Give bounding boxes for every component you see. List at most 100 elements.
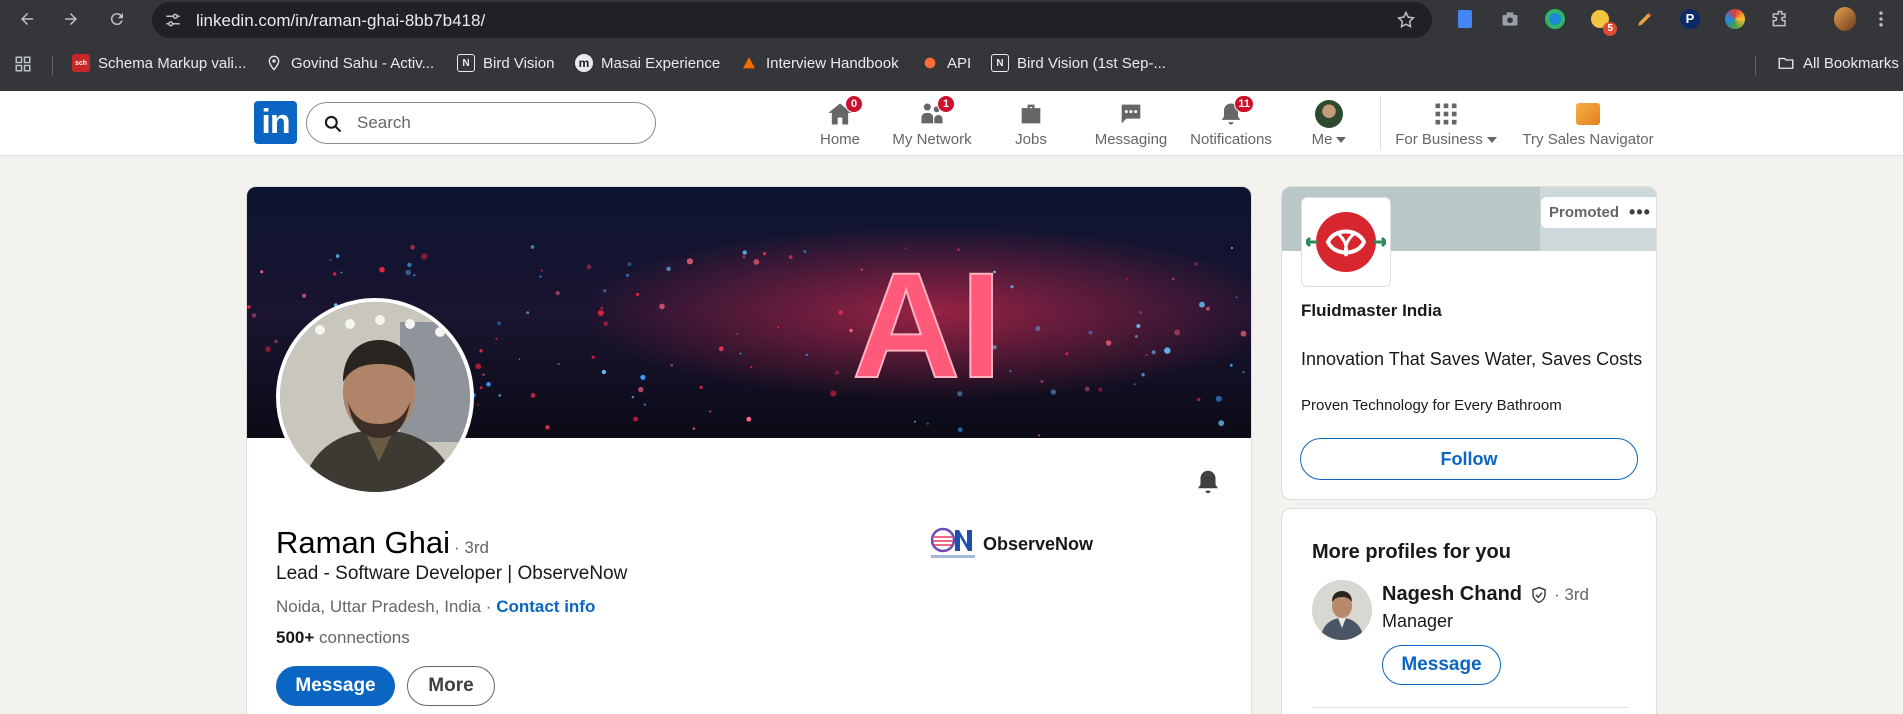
url-text[interactable]: linkedin.com/in/raman-ghai-8bb7b418/ — [196, 11, 485, 31]
banner-light — [1065, 352, 1069, 356]
profile-headline: Lead - Software Developer | ObserveNow — [276, 563, 628, 584]
pen-extension-icon[interactable] — [1634, 8, 1656, 30]
bookmark-masai[interactable]: m Masai Experience — [575, 54, 720, 72]
profile-avatar[interactable] — [276, 298, 474, 496]
notifications-badge: 11 — [1234, 95, 1254, 113]
banner-light — [260, 270, 264, 274]
extension-badge: 5 — [1603, 22, 1617, 36]
banner-light — [557, 362, 560, 365]
suggested-profile-name: Nagesh Chand — [1382, 583, 1523, 605]
bookmark-label: Bird Vision — [483, 54, 555, 72]
color-extension-icon[interactable] — [1724, 8, 1746, 30]
linkedin-logo[interactable]: in — [254, 101, 297, 144]
banner-light — [1135, 335, 1138, 338]
nav-home-label: Home — [819, 131, 860, 148]
handbook-icon — [740, 54, 758, 72]
forward-button[interactable] — [58, 6, 84, 32]
suggested-profile-avatar[interactable] — [1312, 580, 1372, 640]
banner-light — [1105, 340, 1112, 346]
nav-me-label: Me — [1311, 131, 1333, 148]
reload-button[interactable] — [104, 6, 130, 32]
bulb-extension-icon[interactable]: 5 — [1589, 8, 1617, 36]
apps-grid-icon[interactable] — [14, 55, 32, 73]
bookmarks-bar: sch Schema Markup vali... Govind Sahu - … — [0, 46, 1903, 82]
banner-light — [1141, 373, 1145, 377]
nav-messaging[interactable]: Messaging — [1086, 95, 1176, 151]
banner-light — [1040, 380, 1044, 383]
menu-kebab-icon[interactable] — [1870, 8, 1892, 30]
bookmark-bird-vision-sep[interactable]: N Bird Vision (1st Sep-... — [991, 54, 1166, 72]
nav-notifications[interactable]: 11 Notifications — [1188, 95, 1274, 151]
me-avatar — [1315, 100, 1343, 128]
banner-light — [633, 416, 639, 422]
nav-me[interactable]: Me — [1306, 95, 1352, 151]
banner-light — [477, 403, 480, 406]
nav-jobs[interactable]: Jobs — [1000, 95, 1062, 151]
grid-icon — [1435, 103, 1457, 125]
banner-light — [539, 275, 542, 278]
promoted-label[interactable]: Promoted ••• — [1541, 197, 1656, 228]
arrow-left-icon — [21, 13, 33, 25]
banner-light — [1194, 262, 1198, 266]
back-button[interactable] — [14, 6, 40, 32]
banner-light — [302, 293, 307, 298]
follow-button[interactable]: Follow — [1300, 438, 1638, 480]
connections-count: 500+ — [276, 628, 315, 647]
site-settings-icon[interactable] — [164, 11, 182, 29]
more-options-icon[interactable]: ••• — [1629, 202, 1651, 223]
search-box[interactable] — [306, 102, 656, 144]
location-icon — [265, 54, 283, 72]
banner-light — [1009, 369, 1012, 373]
profile-avatar-icon[interactable] — [1834, 7, 1856, 31]
fluidmaster-logo[interactable] — [1301, 197, 1391, 287]
bookmark-schema[interactable]: sch Schema Markup vali... — [72, 54, 246, 72]
sales-navigator-icon — [1576, 103, 1600, 125]
banner-light — [625, 273, 630, 277]
bookmark-bird-vision[interactable]: N Bird Vision — [457, 54, 554, 72]
banner-light — [1136, 324, 1141, 328]
profile-name-row: Raman Ghai · 3rd — [276, 525, 489, 561]
connections-row[interactable]: 500+ connections — [276, 628, 410, 648]
suggested-message-button[interactable]: Message — [1382, 645, 1501, 685]
banner-light — [957, 427, 963, 432]
all-bookmarks[interactable]: All Bookmarks — [1777, 54, 1899, 72]
banner-light — [1235, 296, 1238, 299]
notification-bell-icon[interactable] — [1193, 467, 1223, 497]
banner-light — [666, 266, 671, 271]
nav-my-network[interactable]: 1 My Network — [888, 95, 976, 151]
bookmark-api[interactable]: API — [921, 54, 971, 72]
puzzle-extensions-icon[interactable] — [1769, 8, 1791, 30]
bookmark-govind[interactable]: Govind Sahu - Activ... — [265, 54, 434, 72]
banner-light — [1088, 330, 1093, 335]
current-company[interactable]: ObserveNow — [931, 527, 1093, 561]
nav-home[interactable]: 0 Home — [808, 95, 872, 151]
nav-messaging-label: Messaging — [1094, 131, 1168, 148]
verified-shield-icon — [1532, 586, 1546, 603]
ad-company-name[interactable]: Fluidmaster India — [1301, 301, 1442, 321]
sales-navigator-label: Try Sales Navigator — [1522, 131, 1654, 148]
search-input[interactable] — [357, 111, 637, 135]
banner-light — [340, 271, 343, 274]
nav-for-business[interactable]: For Business — [1394, 95, 1498, 151]
banner-light — [410, 244, 415, 250]
message-button[interactable]: Message — [276, 666, 395, 706]
nav-sales-navigator[interactable]: Try Sales Navigator — [1520, 95, 1656, 151]
banner-light — [1010, 285, 1014, 289]
more-button[interactable]: More — [407, 666, 495, 706]
docs-extension-icon[interactable] — [1454, 8, 1476, 30]
caret-down-icon — [1486, 137, 1497, 144]
address-bar[interactable]: linkedin.com/in/raman-ghai-8bb7b418/ — [152, 2, 1432, 38]
profile-name: Raman Ghai — [276, 525, 451, 560]
bookmark-interview-handbook[interactable]: Interview Handbook — [740, 54, 899, 72]
banner-light — [739, 352, 742, 355]
edge-extension-icon[interactable] — [1544, 8, 1566, 30]
bookmark-star-icon[interactable] — [1396, 10, 1416, 30]
banner-light — [1098, 387, 1103, 392]
contact-info-link[interactable]: Contact info — [496, 597, 595, 616]
nav-my-network-label: My Network — [892, 131, 972, 148]
paypal-extension-icon[interactable]: P — [1679, 8, 1701, 30]
camera-extension-icon[interactable] — [1499, 8, 1521, 30]
suggested-profile-name-row[interactable]: Nagesh Chand · 3rd — [1382, 583, 1589, 606]
banner-light — [1038, 434, 1041, 437]
banner-light — [1199, 301, 1205, 308]
